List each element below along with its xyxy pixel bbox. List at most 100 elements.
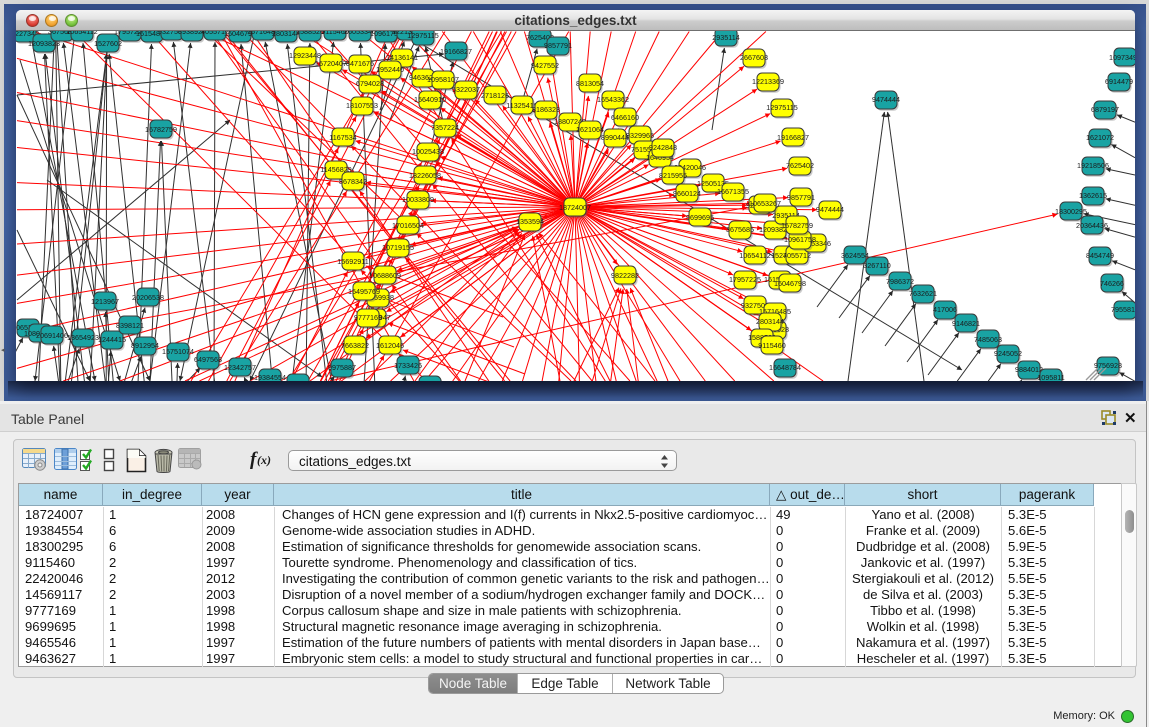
svg-text:12975115: 12975115 (407, 31, 438, 40)
svg-text:5322037: 5322037 (452, 85, 480, 94)
svg-text:10025438: 10025438 (412, 147, 444, 156)
svg-text:2718126: 2718126 (481, 91, 509, 100)
svg-text:15640910: 15640910 (414, 95, 446, 104)
svg-text:9115460: 9115460 (758, 341, 785, 350)
svg-text:1167534: 1167534 (329, 133, 356, 142)
svg-text:9474444: 9474444 (816, 205, 844, 214)
svg-text:20364436: 20364436 (1076, 221, 1108, 230)
svg-text:12975115: 12975115 (766, 103, 797, 112)
svg-text:10688609: 10688609 (369, 271, 401, 280)
svg-text:16648784: 16648784 (769, 363, 801, 372)
svg-text:8186323: 8186323 (532, 105, 560, 114)
svg-text:1244415: 1244415 (98, 335, 126, 344)
svg-text:10653267: 10653267 (749, 199, 781, 208)
svg-text:7632621: 7632621 (909, 289, 937, 298)
svg-text:9660124: 9660124 (673, 189, 701, 198)
svg-text:10958107: 10958107 (427, 75, 459, 84)
svg-text:8678342: 8678342 (339, 177, 367, 186)
svg-text:16782759: 16782759 (145, 125, 177, 134)
svg-text:2803144: 2803144 (756, 317, 784, 326)
svg-text:1095811: 1095811 (1037, 373, 1064, 381)
svg-text:9699695: 9699695 (686, 213, 714, 222)
svg-text:16671355: 16671355 (717, 187, 749, 196)
svg-text:417006: 417006 (933, 305, 957, 314)
svg-text:6879197: 6879197 (1091, 105, 1119, 114)
svg-text:20691406: 20691406 (36, 331, 68, 340)
svg-text:13226058: 13226058 (409, 171, 441, 180)
svg-text:1621064: 1621064 (576, 125, 604, 134)
svg-text:7663822: 7663822 (341, 341, 369, 350)
svg-text:1621072: 1621072 (1086, 133, 1114, 142)
svg-text:10719155: 10719155 (382, 243, 414, 252)
svg-text:13654923: 13654923 (67, 333, 99, 342)
svg-text:9242848: 9242848 (649, 143, 677, 152)
svg-text:9777169: 9777169 (354, 313, 382, 322)
svg-text:3267110: 3267110 (863, 261, 890, 270)
svg-text:6466160: 6466160 (611, 113, 639, 122)
svg-text:15692911: 15692911 (337, 257, 368, 266)
svg-text:8215955: 8215955 (659, 171, 687, 180)
svg-text:1733426: 1733426 (394, 361, 422, 370)
svg-text:1612046: 1612046 (376, 341, 404, 350)
svg-text:9975887: 9975887 (328, 363, 356, 372)
svg-text:1353594: 1353594 (516, 217, 544, 226)
svg-text:17957225: 17957225 (729, 275, 761, 284)
svg-text:19218506: 19218506 (1077, 161, 1109, 170)
svg-text:1362615: 1362615 (1079, 191, 1107, 200)
svg-text:1952440: 1952440 (376, 65, 404, 74)
svg-text:9245052: 9245052 (994, 349, 1022, 358)
svg-text:2935114: 2935114 (712, 33, 739, 42)
svg-text:16046798: 16046798 (774, 279, 806, 288)
svg-text:16543362: 16543362 (597, 95, 629, 104)
svg-text:7955812: 7955812 (1111, 305, 1135, 314)
svg-text:19166827: 19166827 (440, 47, 472, 56)
svg-text:10961758: 10961758 (784, 235, 816, 244)
svg-text:2667608: 2667608 (740, 53, 768, 62)
svg-text:15720407: 15720407 (315, 59, 347, 68)
svg-text:7357224: 7357224 (431, 123, 459, 132)
svg-text:1213967: 1213967 (91, 297, 119, 306)
svg-text:17016504: 17016504 (392, 221, 424, 230)
svg-text:15495769: 15495769 (348, 287, 380, 296)
svg-text:12342757: 12342757 (224, 363, 256, 372)
svg-text:9146821: 9146821 (952, 319, 980, 328)
svg-text:9857791: 9857791 (787, 193, 815, 202)
svg-text:8990444: 8990444 (601, 133, 629, 142)
svg-text:18300295: 18300295 (1055, 207, 1087, 216)
svg-text:8471676: 8471676 (346, 59, 374, 68)
svg-text:10654112: 10654112 (739, 251, 770, 260)
svg-text:9822282: 9822282 (611, 271, 639, 280)
svg-text:12213369: 12213369 (752, 77, 784, 86)
svg-text:7986372: 7986372 (886, 277, 914, 286)
svg-text:9474444: 9474444 (872, 95, 900, 104)
svg-text:8398121: 8398121 (116, 321, 144, 330)
svg-text:9857791: 9857791 (544, 41, 572, 50)
svg-text:15751074: 15751074 (162, 347, 194, 356)
svg-text:18724007: 18724007 (559, 203, 591, 212)
svg-text:20206538: 20206538 (132, 293, 164, 302)
svg-text:3624554: 3624554 (841, 251, 869, 260)
svg-text:3675685: 3675685 (726, 225, 754, 234)
svg-text:10654112: 10654112 (66, 31, 97, 36)
svg-text:7625402: 7625402 (786, 161, 814, 170)
svg-text:18107553: 18107553 (346, 101, 378, 110)
svg-text:746266: 746266 (1100, 279, 1124, 288)
svg-text:8912954: 8912954 (131, 341, 159, 350)
svg-text:8454749: 8454749 (1086, 251, 1114, 260)
svg-text:6914479: 6914479 (1105, 77, 1133, 86)
svg-text:8813054: 8813054 (576, 79, 604, 88)
svg-text:1588520: 1588520 (296, 31, 324, 36)
svg-text:7485063: 7485063 (974, 335, 1002, 344)
svg-text:6794028: 6794028 (356, 79, 384, 88)
svg-text:9427552: 9427552 (531, 61, 559, 70)
svg-text:4055712: 4055712 (783, 251, 811, 260)
svg-text:10973493: 10973493 (1109, 53, 1135, 62)
svg-text:9329965: 9329965 (626, 131, 654, 140)
svg-text:19166827: 19166827 (777, 133, 809, 142)
svg-text:1527602: 1527602 (94, 39, 122, 48)
svg-text:6497568: 6497568 (194, 355, 222, 364)
svg-text:16782759: 16782759 (781, 221, 813, 230)
svg-text:10033809: 10033809 (402, 195, 434, 204)
svg-text:(x): (x) (257, 453, 271, 467)
svg-text:19384554: 19384554 (254, 373, 286, 381)
